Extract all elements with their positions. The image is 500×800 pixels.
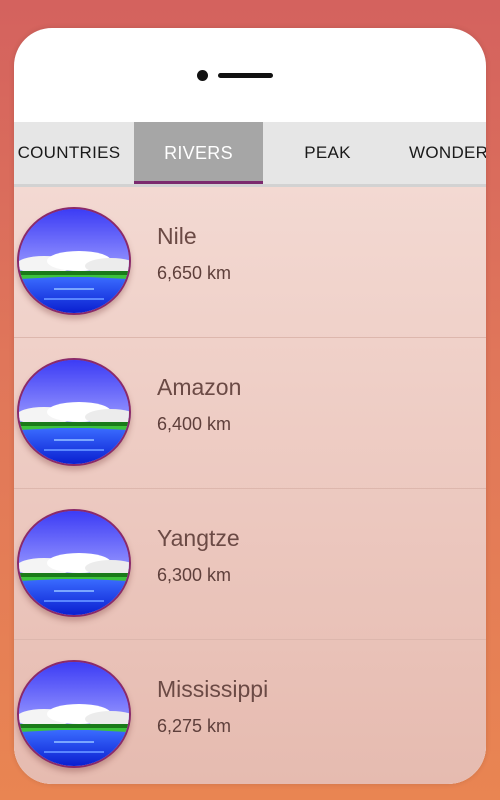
tab-peak[interactable]: PEAK xyxy=(263,122,392,184)
river-landscape-icon xyxy=(17,509,131,617)
tab-bar: COUNTRIES RIVERS PEAK WONDERS xyxy=(14,122,486,187)
river-name: Mississippi xyxy=(157,676,269,702)
speaker-grille xyxy=(218,73,273,78)
river-name: Yangtze xyxy=(157,525,240,551)
tab-countries[interactable]: COUNTRIES xyxy=(14,122,134,184)
river-length: 6,275 km xyxy=(157,716,232,736)
list-item[interactable]: Yangtze 6,300 km xyxy=(14,489,486,640)
river-name: Nile xyxy=(157,223,197,249)
tab-wonders-label: WONDERS xyxy=(409,143,486,162)
tab-rivers-label: RIVERS xyxy=(164,142,233,163)
phone-frame: COUNTRIES RIVERS PEAK WONDERS xyxy=(14,28,486,784)
river-landscape-icon xyxy=(17,207,131,315)
river-length: 6,400 km xyxy=(157,414,232,434)
river-name: Amazon xyxy=(157,374,242,400)
river-length: 6,300 km xyxy=(157,565,232,585)
list-item[interactable]: Nile 6,650 km xyxy=(14,187,486,338)
rivers-list: Nile 6,650 km Amazon 6,400 km Yangtze 6,… xyxy=(14,187,486,784)
tab-peak-label: PEAK xyxy=(304,143,351,162)
tab-countries-label: COUNTRIES xyxy=(17,143,121,162)
list-item[interactable]: Amazon 6,400 km xyxy=(14,338,486,489)
river-landscape-icon xyxy=(17,358,131,466)
camera-dot xyxy=(197,70,208,81)
river-length: 6,650 km xyxy=(157,263,232,283)
app-screen: COUNTRIES RIVERS PEAK WONDERS xyxy=(14,122,486,784)
tab-wonders[interactable]: WONDERS xyxy=(392,122,486,184)
list-item[interactable]: Mississippi 6,275 km xyxy=(14,640,486,784)
tab-rivers[interactable]: RIVERS xyxy=(134,122,263,184)
river-landscape-icon xyxy=(17,660,131,768)
